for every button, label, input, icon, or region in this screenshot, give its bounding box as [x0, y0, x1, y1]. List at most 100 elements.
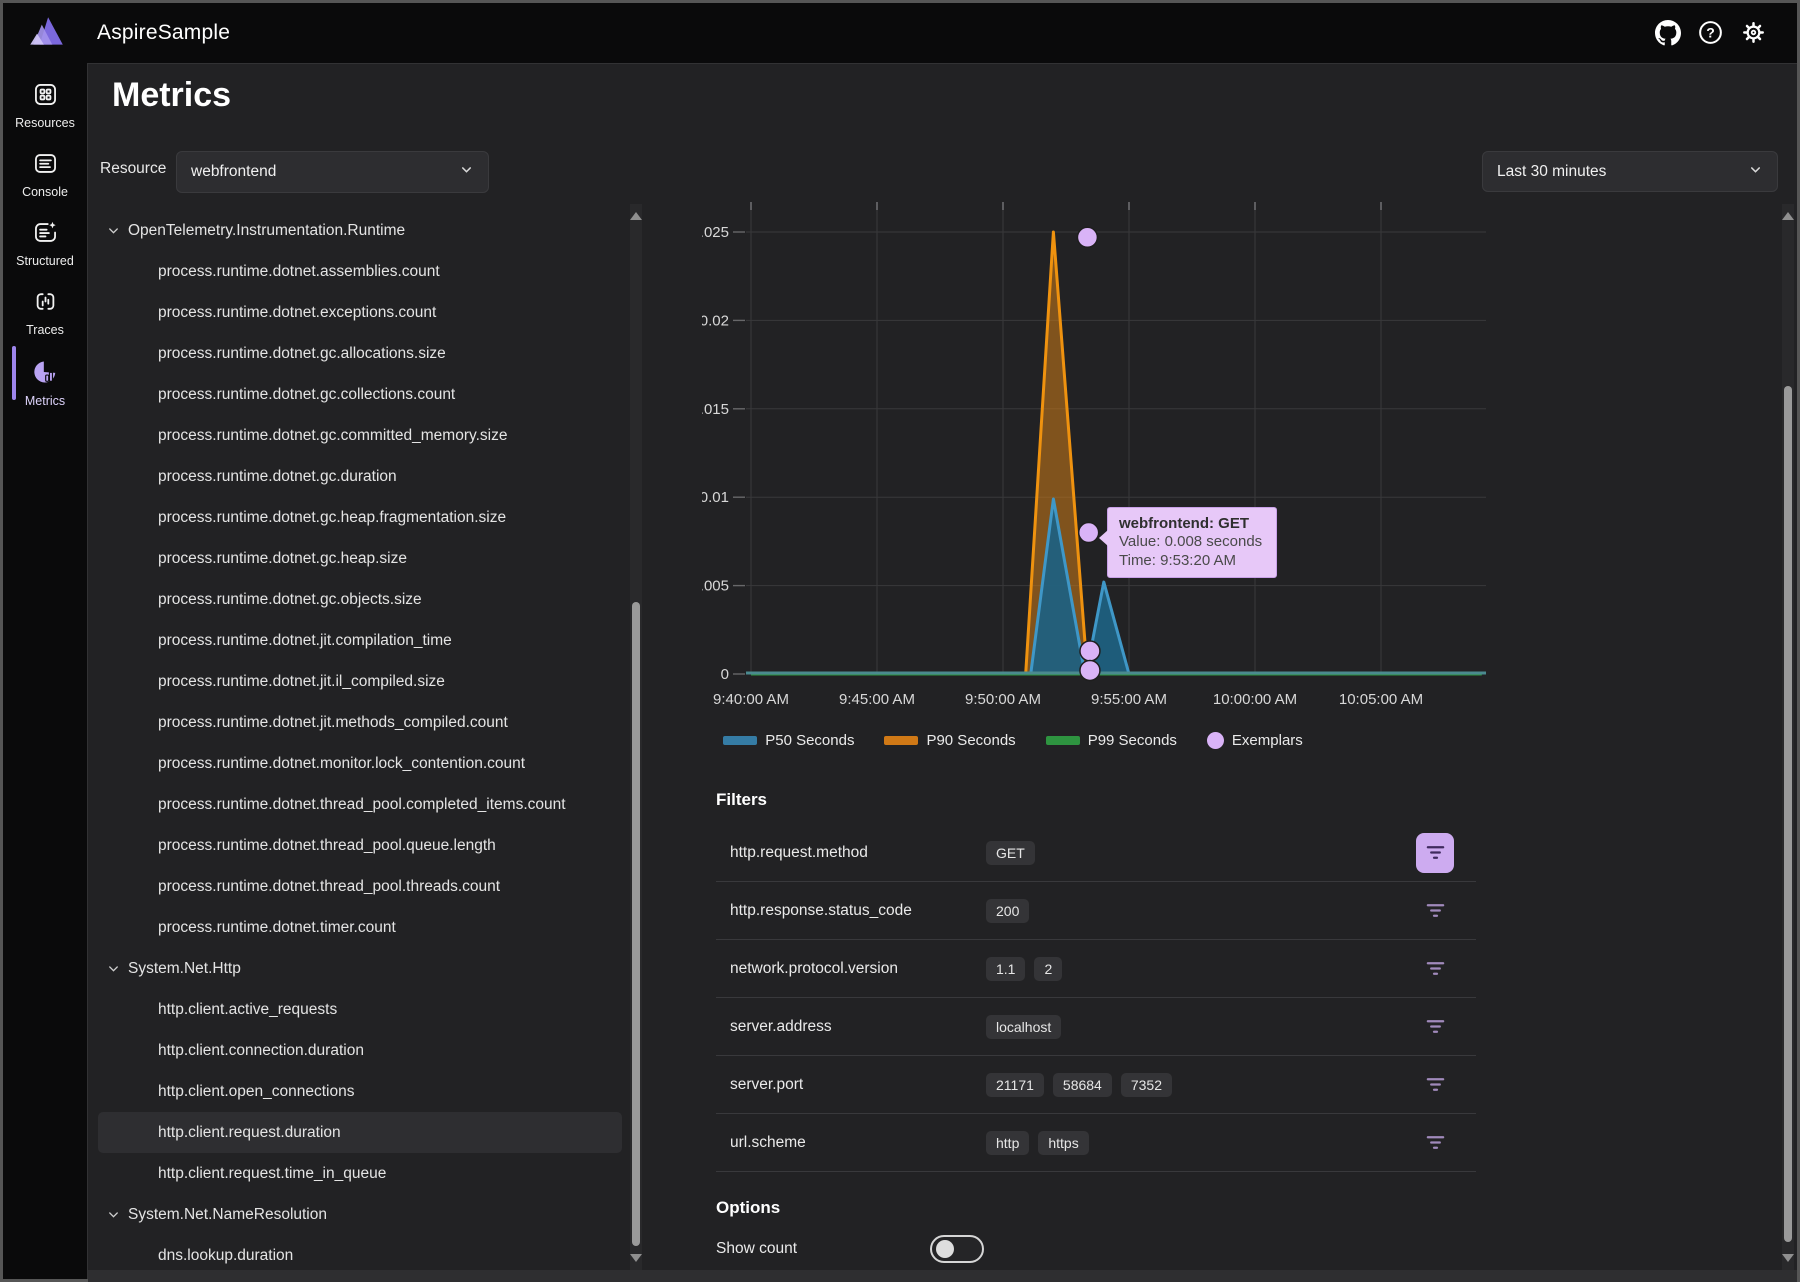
legend-item[interactable]: P90 Seconds — [884, 732, 1015, 749]
toggle-knob — [936, 1240, 954, 1258]
app-header: AspireSample ? — [3, 3, 1797, 63]
filter-values: GET — [986, 841, 1035, 865]
metric-item-row[interactable]: process.runtime.dotnet.thread_pool.queue… — [98, 825, 622, 866]
svg-text:0.015: 0.015 — [702, 401, 729, 418]
traces-icon — [32, 288, 59, 320]
filter-funnel-icon[interactable] — [1416, 949, 1454, 989]
metric-item-row[interactable]: http.client.connection.duration — [98, 1030, 622, 1071]
scroll-down-arrow[interactable] — [630, 1254, 642, 1262]
resource-select[interactable]: webfrontend — [176, 151, 489, 193]
metric-item-row[interactable]: process.runtime.dotnet.jit.il_compiled.s… — [98, 661, 622, 702]
legend-item[interactable]: Exemplars — [1207, 732, 1303, 749]
metric-item-row[interactable]: process.runtime.dotnet.exceptions.count — [98, 292, 622, 333]
github-icon[interactable] — [1654, 19, 1681, 46]
metric-item-row[interactable]: http.client.open_connections — [98, 1071, 622, 1112]
scroll-down-arrow[interactable] — [1782, 1254, 1794, 1262]
panel-scrollbar-thumb[interactable] — [1784, 386, 1792, 1242]
metric-item-row[interactable]: process.runtime.dotnet.thread_pool.threa… — [98, 866, 622, 907]
filter-funnel-icon[interactable] — [1416, 891, 1454, 931]
metric-item-row[interactable]: process.runtime.dotnet.gc.heap.fragmenta… — [98, 497, 622, 538]
filter-value-chip: 58684 — [1053, 1073, 1112, 1097]
metric-label: process.runtime.dotnet.assemblies.count — [158, 263, 440, 281]
metric-item-row[interactable]: process.runtime.dotnet.gc.heap.size — [98, 538, 622, 579]
chevron-down-icon[interactable] — [106, 1207, 126, 1222]
filter-values: 21171586847352 — [986, 1073, 1172, 1097]
svg-text:0.01: 0.01 — [702, 489, 729, 506]
metric-label: process.runtime.dotnet.jit.compilation_t… — [158, 632, 452, 650]
metric-item-row[interactable]: http.client.request.duration — [98, 1112, 622, 1153]
metric-label: process.runtime.dotnet.jit.methods_compi… — [158, 714, 508, 732]
legend-line-marker — [723, 736, 757, 745]
chevron-down-icon[interactable] — [106, 961, 126, 976]
metric-item-row[interactable]: process.runtime.dotnet.thread_pool.compl… — [98, 784, 622, 825]
sidebar-item-console[interactable]: Console — [3, 143, 87, 205]
scroll-up-arrow[interactable] — [1782, 212, 1794, 220]
metric-item-row[interactable]: http.client.active_requests — [98, 989, 622, 1030]
metric-label: process.runtime.dotnet.gc.allocations.si… — [158, 345, 446, 363]
metrics-chart[interactable]: 00.0050.010.0150.020.0259:40:00 AM9:45:0… — [702, 197, 1512, 737]
filter-value-chip: https — [1038, 1131, 1088, 1155]
metric-group-row[interactable]: OpenTelemetry.Instrumentation.Runtime — [98, 210, 622, 251]
metric-item-row[interactable]: process.runtime.dotnet.assemblies.count — [98, 251, 622, 292]
svg-text:10:05:00 AM: 10:05:00 AM — [1339, 691, 1423, 708]
filter-value-chip: 2 — [1034, 957, 1062, 981]
scroll-up-arrow[interactable] — [630, 212, 642, 220]
filter-funnel-icon[interactable] — [1416, 1007, 1454, 1047]
legend-circle-marker — [1207, 732, 1224, 749]
filter-attribute-name: url.scheme — [730, 1134, 986, 1152]
horizontal-scrollbar[interactable] — [88, 1270, 1797, 1282]
filter-funnel-icon[interactable] — [1416, 1123, 1454, 1163]
metric-label: process.runtime.dotnet.jit.il_compiled.s… — [158, 673, 445, 691]
svg-text:?: ? — [1706, 24, 1715, 40]
filter-funnel-icon[interactable] — [1416, 1065, 1454, 1105]
metric-item-row[interactable]: http.client.request.time_in_queue — [98, 1153, 622, 1194]
metric-label: http.client.connection.duration — [158, 1042, 364, 1060]
metric-group-row[interactable]: System.Net.Http — [98, 948, 622, 989]
exemplar-dot[interactable] — [1079, 523, 1099, 543]
filter-funnel-icon[interactable] — [1416, 833, 1454, 873]
app-window: AspireSample ? — [0, 0, 1800, 1282]
metric-item-row[interactable]: process.runtime.dotnet.gc.collections.co… — [98, 374, 622, 415]
filter-values: 1.12 — [986, 957, 1062, 981]
filter-row: server.port21171586847352 — [716, 1056, 1476, 1114]
legend-item[interactable]: P99 Seconds — [1046, 732, 1177, 749]
filter-attribute-name: server.address — [730, 1018, 986, 1036]
metric-item-row[interactable]: process.runtime.dotnet.jit.methods_compi… — [98, 702, 622, 743]
svg-text:0.005: 0.005 — [702, 578, 729, 595]
settings-icon[interactable] — [1740, 19, 1767, 46]
metric-item-row[interactable]: dns.lookup.duration — [98, 1235, 622, 1270]
metric-item-row[interactable]: process.runtime.dotnet.monitor.lock_cont… — [98, 743, 622, 784]
panel-scrollbar[interactable] — [1782, 204, 1794, 1270]
chevron-down-icon — [459, 162, 474, 182]
metric-item-row[interactable]: process.runtime.dotnet.jit.compilation_t… — [98, 620, 622, 661]
tree-scrollbar-thumb[interactable] — [632, 602, 640, 1246]
filter-row: http.response.status_code200 — [716, 882, 1476, 940]
metric-item-row[interactable]: process.runtime.dotnet.timer.count — [98, 907, 622, 948]
metric-group-row[interactable]: System.Net.NameResolution — [98, 1194, 622, 1235]
chevron-down-icon[interactable] — [106, 223, 126, 238]
metric-item-row[interactable]: process.runtime.dotnet.gc.objects.size — [98, 579, 622, 620]
exemplar-dot[interactable] — [1080, 660, 1100, 680]
metric-label: process.runtime.dotnet.exceptions.count — [158, 304, 436, 322]
legend-item[interactable]: P50 Seconds — [723, 732, 854, 749]
sidebar-item-resources[interactable]: Resources — [3, 74, 87, 136]
sidebar-item-traces[interactable]: Traces — [3, 281, 87, 343]
sidebar-item-structured[interactable]: Structured — [3, 212, 87, 274]
filters-panel: Filters http.request.methodGEThttp.respo… — [716, 790, 1476, 1172]
filter-value-chip: localhost — [986, 1015, 1061, 1039]
metric-label: process.runtime.dotnet.gc.heap.size — [158, 550, 407, 568]
metric-item-row[interactable]: process.runtime.dotnet.gc.duration — [98, 456, 622, 497]
options-heading: Options — [716, 1198, 1476, 1218]
time-range-select[interactable]: Last 30 minutes — [1482, 151, 1778, 192]
filter-attribute-name: http.response.status_code — [730, 902, 986, 920]
show-count-label: Show count — [716, 1240, 797, 1258]
metric-item-row[interactable]: process.runtime.dotnet.gc.allocations.si… — [98, 333, 622, 374]
exemplar-dot[interactable] — [1077, 227, 1097, 247]
help-icon[interactable]: ? — [1697, 19, 1724, 46]
filter-attribute-name: network.protocol.version — [730, 960, 986, 978]
show-count-toggle[interactable] — [930, 1235, 984, 1263]
metric-label: http.client.active_requests — [158, 1001, 337, 1019]
chart-legend: P50 Seconds P90 Seconds P99 Seconds Exempla… — [613, 732, 1413, 749]
exemplar-dot[interactable] — [1080, 641, 1100, 661]
metric-item-row[interactable]: process.runtime.dotnet.gc.committed_memo… — [98, 415, 622, 456]
